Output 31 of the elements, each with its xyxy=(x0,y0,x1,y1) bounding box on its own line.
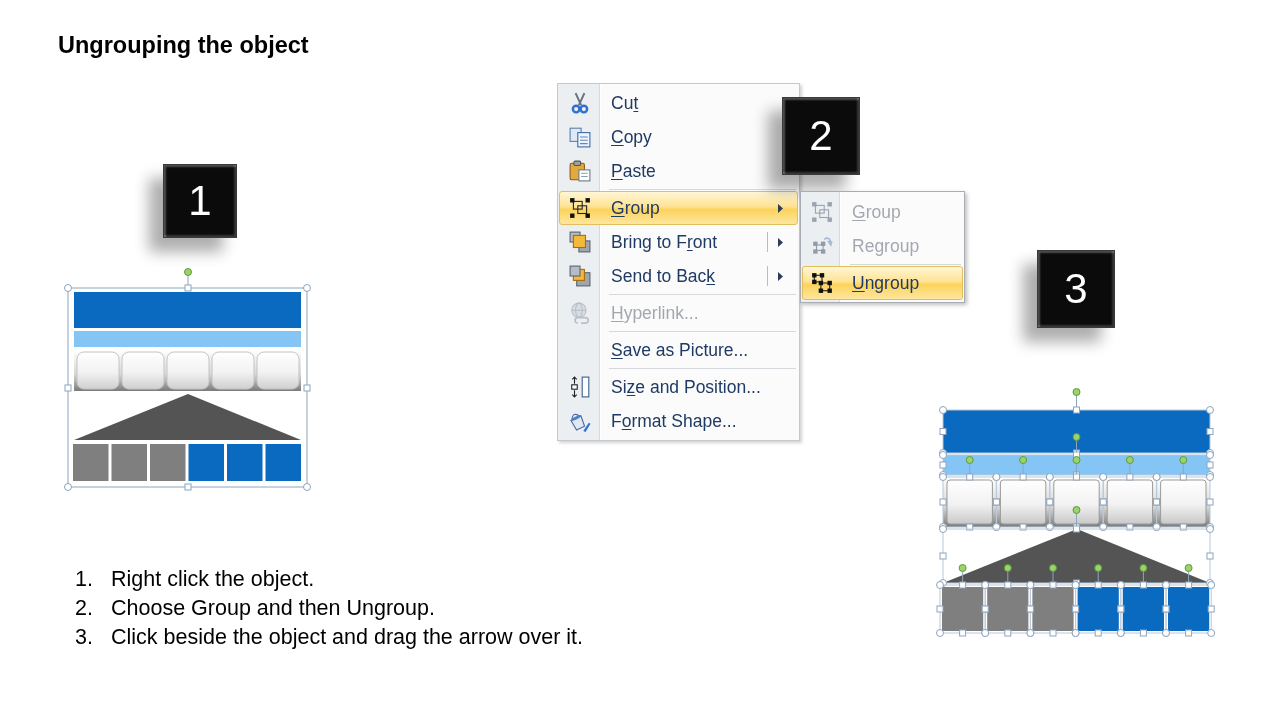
group-icon xyxy=(569,197,591,219)
step-badge: 2 xyxy=(782,97,860,175)
menu-item[interactable]: Format Shape... xyxy=(559,404,798,438)
menu-item[interactable]: Size and Position... xyxy=(559,370,798,404)
globe-link-icon xyxy=(569,302,591,324)
size-arrows-icon xyxy=(569,376,591,398)
menu-item[interactable]: Copy xyxy=(559,120,780,154)
menu-item[interactable]: Save as Picture... xyxy=(559,333,798,367)
list-number: 3. xyxy=(75,625,94,650)
instruction-text: Click beside the object and drag the arrow over it. xyxy=(111,625,584,650)
group-icon xyxy=(810,201,833,223)
instruction-text: Choose Group and then Ungroup. xyxy=(111,596,435,621)
scissors-icon xyxy=(569,92,591,114)
menu-item[interactable]: Group xyxy=(559,191,798,225)
overlapping-squares-icon xyxy=(569,265,591,287)
menu-item[interactable]: Ungroup xyxy=(802,266,963,300)
menu-item[interactable]: Paste xyxy=(559,154,780,188)
slide-title: Ungrouping the object xyxy=(58,31,309,59)
regroup-icon xyxy=(810,235,833,257)
ungroup-icon xyxy=(810,272,833,294)
menu-item[interactable]: Bring to Front xyxy=(559,225,798,259)
clipboard-icon xyxy=(569,160,591,182)
copy-icon xyxy=(569,126,591,148)
menu-item[interactable]: Cut xyxy=(559,86,780,120)
list-number: 2. xyxy=(75,596,94,621)
overlapping-squares-icon xyxy=(569,231,591,253)
step-badge: 1 xyxy=(163,164,237,238)
step-badge: 3 xyxy=(1037,250,1115,328)
list-number: 1. xyxy=(75,567,94,592)
menu-item[interactable]: Send to Back xyxy=(559,259,798,293)
instruction-text: Right click the object. xyxy=(111,567,315,592)
